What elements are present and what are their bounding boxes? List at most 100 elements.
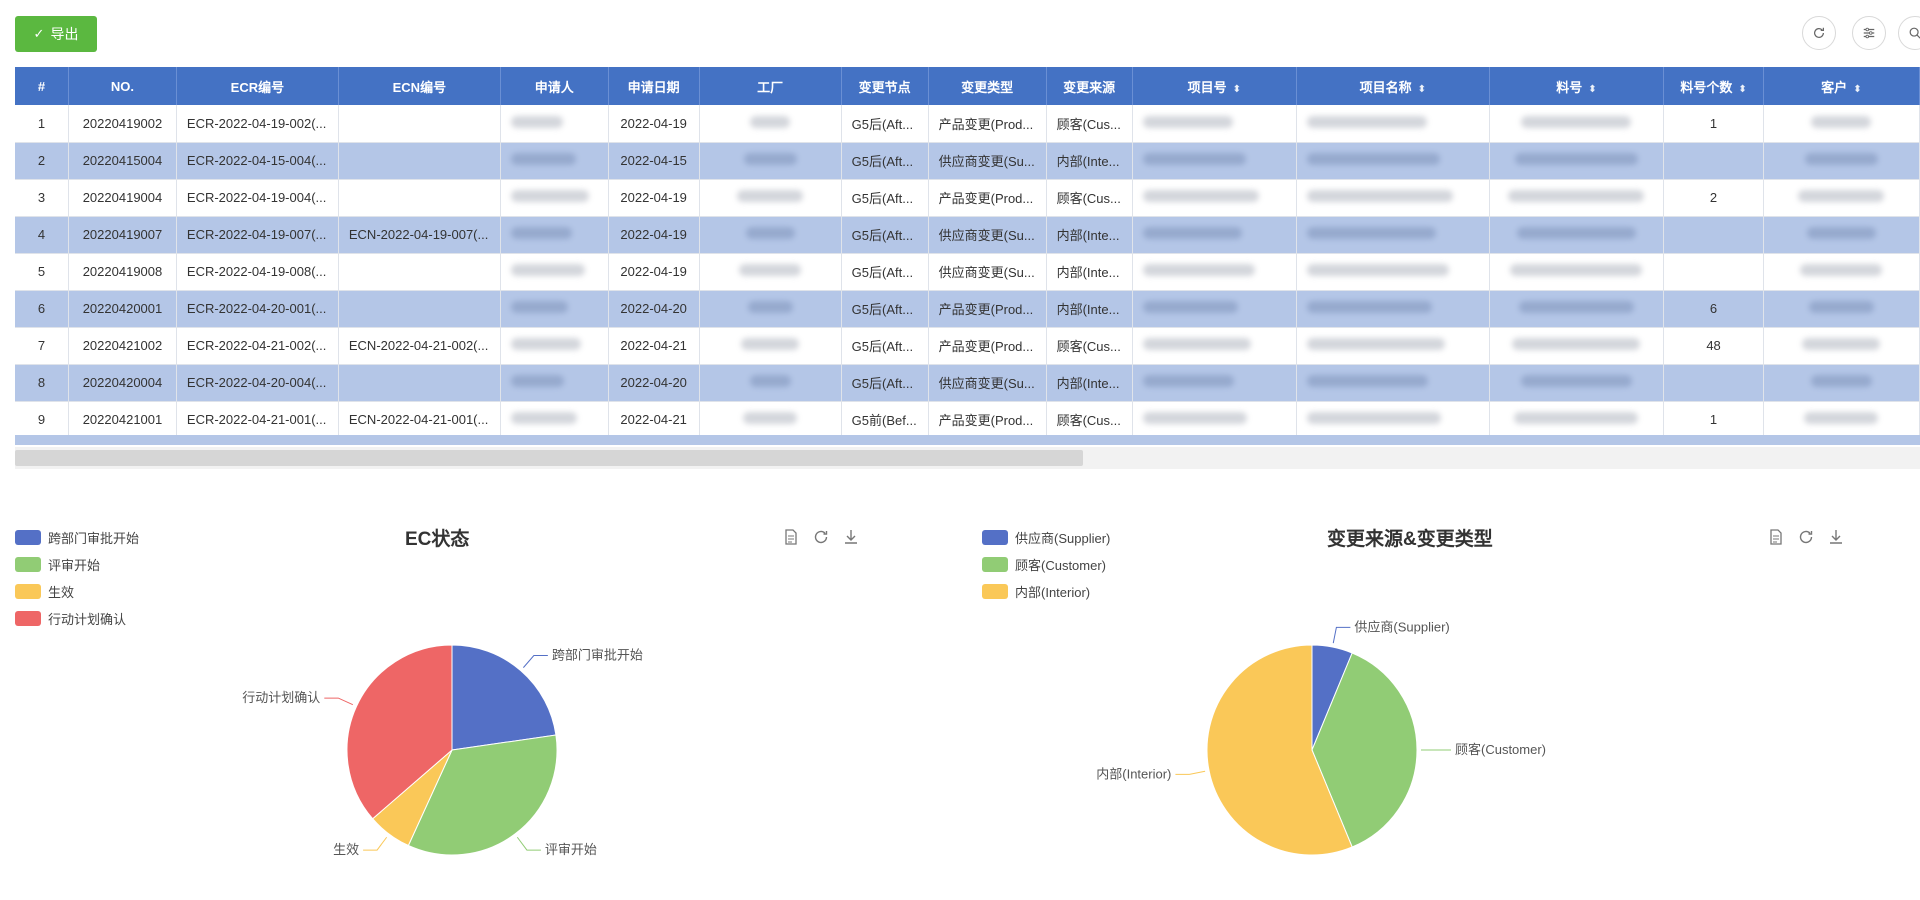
legend-item[interactable]: 评审开始 [15,551,139,578]
sort-icon[interactable]: ⬍ [1418,84,1426,95]
redacted-value [739,264,802,276]
redacted-value [1806,227,1876,239]
download-icon[interactable] [842,528,860,546]
table-cell [1132,216,1298,254]
table-row[interactable]: 6 20220420001 ECR-2022-04-20-001(... 2022-0… [15,290,1920,328]
table-cell: 6 [1663,290,1764,328]
scrollbar-thumb[interactable] [15,450,1083,466]
column-header: 申请日期 [608,67,700,105]
slice-label: 内部(Interior) [1096,766,1171,781]
redacted-value [1516,227,1636,239]
table-cell [338,253,501,291]
table-cell: ECN-2022-04-21-001(... [338,401,501,439]
restore-icon[interactable] [1797,528,1815,546]
table-cell: 2022-04-19 [608,105,700,143]
table-cell [1663,253,1764,291]
table-row[interactable]: 4 20220419007 ECR-2022-04-19-007(... ECN-20… [15,216,1920,254]
redacted-value [749,375,791,387]
table-row[interactable]: 3 20220419004 ECR-2022-04-19-004(... 2022-0… [15,179,1920,217]
table-cell: 2022-04-21 [608,401,700,439]
table-cell: 内部(Inte... [1046,216,1133,254]
sort-icon[interactable]: ⬍ [1588,84,1596,95]
table-row[interactable]: 1 20220419002 ECR-2022-04-19-002(... 2022-0… [15,105,1920,143]
change-source-legend: 供应商(Supplier) 顾客(Customer) 内部(Interior) [982,524,1110,605]
table-cell [500,401,609,439]
export-button[interactable]: ✓ 导出 [15,16,97,52]
sort-icon[interactable]: ⬍ [1738,84,1746,95]
table-row[interactable]: 5 20220419008 ECR-2022-04-19-008(... 2022-0… [15,253,1920,291]
table-cell [338,290,501,328]
column-header[interactable]: 项目号 ⬍ [1132,67,1298,105]
column-header[interactable]: 项目名称 ⬍ [1296,67,1490,105]
data-view-icon[interactable] [782,528,800,546]
table-cell: 顾客(Cus... [1046,401,1133,439]
slice-label: 供应商(Supplier) [1354,619,1449,634]
table-cell: 1 [1663,105,1764,143]
column-header-label: 客户 [1821,79,1848,95]
legend-item[interactable]: 供应商(Supplier) [982,524,1110,551]
redacted-value [741,338,800,350]
redacted-value [1798,190,1885,202]
table-cell: 2022-04-20 [608,364,700,402]
table-row[interactable]: 8 20220420004 ECR-2022-04-20-004(... 2022-0… [15,364,1920,402]
table-cell [500,142,609,180]
table-cell [338,364,501,402]
table-cell [1663,364,1764,402]
slice-label: 顾客(Customer) [1455,742,1546,757]
table-cell [1132,105,1298,143]
pie-slice[interactable] [451,644,557,751]
table-cell: 顾客(Cus... [1046,179,1133,217]
table-row[interactable]: 2 20220415004 ECR-2022-04-15-004(... 2022-0… [15,142,1920,180]
legend-item[interactable]: 顾客(Customer) [982,551,1110,578]
table-cell [338,142,501,180]
download-icon[interactable] [1827,528,1845,546]
table-cell: G5前(Bef... [841,401,929,439]
search-icon[interactable] [1898,16,1920,50]
legend-swatch [15,557,41,572]
chart-toolbox [1767,528,1845,546]
table-cell: ECR-2022-04-21-002(... [176,327,339,365]
redacted-value [1514,153,1638,165]
slice-label: 行动计划确认 [242,690,320,705]
column-header[interactable]: 客户 ⬍ [1763,67,1920,105]
legend-item[interactable]: 生效 [15,578,139,605]
table-header-row: # NO. ECR编号 ECN编号 申请人 申请日期 工厂 变更节点 变更类型 变更来源 项目号 ⬍ 项… [15,67,1920,105]
sort-icon[interactable]: ⬍ [1853,84,1861,95]
table-cell [699,216,842,254]
table-cell [1763,364,1920,402]
table-cell [1132,401,1298,439]
table-cell: 产品变更(Prod... [928,401,1047,439]
table-cell: 2 [1663,179,1764,217]
redacted-value [1307,412,1442,424]
restore-icon[interactable] [812,528,830,546]
refresh-icon[interactable] [1802,16,1836,50]
horizontal-scrollbar[interactable] [15,447,1920,469]
table-cell: G5后(Aft... [841,253,929,291]
table-cell [1296,401,1490,439]
table-cell: 7 [15,327,70,365]
redacted-value [510,412,577,424]
filter-settings-icon[interactable] [1852,16,1886,50]
legend-item[interactable]: 行动计划确认 [15,605,139,632]
redacted-value [1804,412,1879,424]
table-cell: 供应商变更(Su... [928,364,1047,402]
column-header: 工厂 [699,67,842,105]
column-header-label: ECR编号 [230,79,285,95]
column-header[interactable]: 料号个数 ⬍ [1663,67,1764,105]
table-cell: 20220420004 [68,364,177,402]
table-cell [500,105,609,143]
table-cell: 2022-04-19 [608,216,700,254]
change-source-pie: 供应商(Supplier) 顾客(Customer) 内部(Interior) [1096,619,1546,856]
table-cell [1489,327,1665,365]
column-header-label: 变更类型 [961,79,1014,95]
table-cell [1763,142,1920,180]
table-row[interactable]: 9 20220421001 ECR-2022-04-21-001(... ECN-20… [15,401,1920,439]
redacted-value [510,264,585,276]
column-header[interactable]: 料号 ⬍ [1489,67,1665,105]
ec-status-legend: 跨部门审批开始 评审开始 生效 行动计划确认 [15,524,139,632]
legend-item[interactable]: 跨部门审批开始 [15,524,139,551]
table-row[interactable]: 7 20220421002 ECR-2022-04-21-002(... ECN-20… [15,327,1920,365]
sort-icon[interactable]: ⬍ [1233,84,1241,95]
table-cell: 6 [15,290,70,328]
data-view-icon[interactable] [1767,528,1785,546]
